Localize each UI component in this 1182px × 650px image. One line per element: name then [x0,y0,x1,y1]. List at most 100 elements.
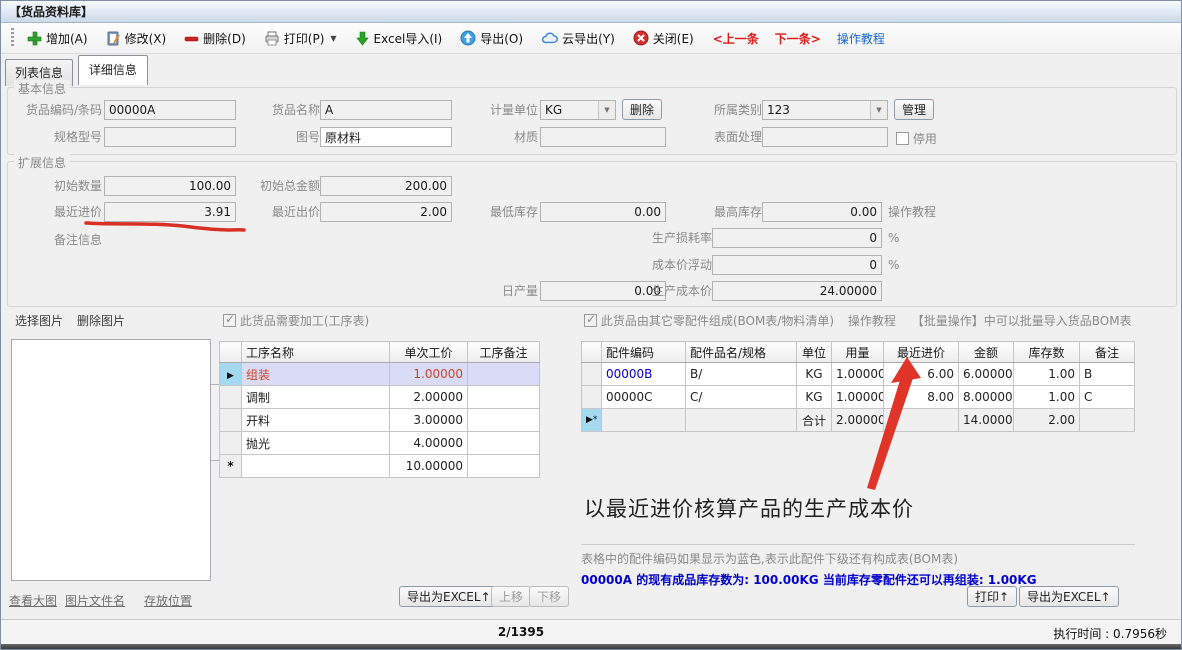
goods-code-label: 货品编码/条码 [10,100,102,120]
excel-import-button[interactable]: Excel导入(I) [348,26,450,51]
picture-filename-link[interactable]: 图片文件名 [65,592,125,609]
print-dropdown-icon[interactable]: ▼ [330,34,336,43]
loss-rate-label: 生产损耗率 [632,228,712,248]
bom-print-button[interactable]: 打印↑ [967,586,1017,607]
loss-rate-percent: % [888,228,899,248]
min-stock-label: 最低库存 [468,202,538,222]
goods-name-label: 货品名称 [256,100,320,120]
print-icon [264,31,280,46]
basic-info-group: 基本信息 货品编码/条码 货品名称 计量单位 KG 删除 所属类别 123 管理… [7,87,1177,155]
spec-input[interactable] [104,127,236,147]
print-button[interactable]: 打印(P) ▼ [257,26,344,51]
cloud-export-button[interactable]: 云导出(Y) [534,26,622,51]
loss-rate-input[interactable] [712,228,882,248]
view-large-link[interactable]: 查看大图 [9,592,57,609]
checkbox-checked-icon[interactable] [223,314,236,327]
needs-processing-checkbox[interactable]: 此货品需要加工(工序表) [223,311,369,331]
table-row[interactable]: 开料 3.00000 [220,409,540,432]
export-button[interactable]: 导出(O) [453,26,530,51]
batch-operation-hint: 【批量操作】中可以批量导入货品BOM表 [912,314,1132,328]
chevron-down-icon[interactable] [598,101,615,119]
init-qty-input[interactable] [104,176,236,196]
storage-location-link[interactable]: 存放位置 [144,592,192,609]
recent-purchase-input[interactable] [104,202,236,222]
table-row[interactable]: 抛光 4.00000 [220,432,540,455]
process-table: 工序名称 单次工价 工序备注 ▶ 组装 1.00000 调制 2.00000 开… [219,341,540,478]
record-position: 2/1395 [1,625,1041,639]
disable-checkbox[interactable]: 停用 [896,129,937,149]
bom-composed-checkbox[interactable]: 此货品由其它零配件组成(BOM表/物料清单) 操作教程 【批量操作】中可以批量导… [584,311,1132,331]
bom-export-excel-button[interactable]: 导出为EXCEL↑ [1019,586,1119,607]
window-bottom-edge [1,644,1181,650]
init-amount-input[interactable] [320,176,452,196]
table-new-row[interactable]: * 10.00000 [220,455,540,478]
cost-float-label: 成本价浮动 [632,255,712,275]
toolbar-grip[interactable] [11,28,14,48]
table-total-row[interactable]: ▶* 合计 2.00000 14.00000 2.00 [582,409,1135,432]
window-title: 【货品资料库】 [9,3,93,20]
goods-database-window: 【货品资料库】 增加(A) 修改(X) 删除(D) 打印(P) ▼ Excel导… [0,0,1182,650]
table-row[interactable]: 00000B B/ KG 1.00000 6.00 6.00000 1.00 B [582,363,1135,386]
table-row[interactable]: 调制 2.00000 [220,386,540,409]
max-stock-input[interactable] [762,202,882,222]
title-bar: 【货品资料库】 [1,1,1181,23]
next-record-link[interactable]: 下一条> [775,30,821,47]
recent-sale-input[interactable] [320,202,452,222]
delete-picture-link[interactable]: 删除图片 [77,312,125,329]
material-input[interactable] [540,127,666,147]
tab-detail-info[interactable]: 详细信息 [78,55,148,85]
close-button[interactable]: 关闭(E) [626,26,701,51]
edit-icon [106,31,121,46]
unit-combo[interactable]: KG [540,100,616,120]
spec-label: 规格型号 [10,127,102,147]
table-row[interactable]: 00000C C/ KG 1.00000 8.00 8.00000 1.00 C [582,386,1135,409]
move-down-button[interactable]: 下移 [529,586,569,607]
goods-name-input[interactable] [320,100,452,120]
cost-float-input[interactable] [712,255,882,275]
goods-code-input[interactable] [104,100,236,120]
min-stock-input[interactable] [540,202,666,222]
bom-tutorial-link[interactable]: 操作教程 [848,314,896,328]
table-header-row: 工序名称 单次工价 工序备注 [220,342,540,363]
delete-icon [184,31,199,46]
remark-label: 备注信息 [38,230,102,250]
toolbar: 增加(A) 修改(X) 删除(D) 打印(P) ▼ Excel导入(I) 导出(… [1,23,1181,54]
checkbox-checked-icon[interactable] [584,314,597,327]
bom-notes: 表格中的配件编码如果显示为蓝色,表示此配件下级还有构成表(BOM表) 00000… [581,544,1135,588]
checkbox-icon[interactable] [896,132,909,145]
delete-button[interactable]: 删除(D) [177,26,253,51]
excel-import-icon [355,31,370,46]
prev-record-link[interactable]: <上一条 [713,30,759,47]
picture-box[interactable] [11,339,211,581]
category-combo[interactable]: 123 [762,100,888,120]
tutorial-link[interactable]: 操作教程 [837,30,885,47]
table-row[interactable]: ▶ 组装 1.00000 [220,363,540,386]
edit-button[interactable]: 修改(X) [99,26,174,51]
material-label: 材质 [474,127,538,147]
production-cost-label: 生产成本价 [632,281,712,301]
production-cost-input[interactable] [712,281,882,301]
extended-info-legend: 扩展信息 [14,154,70,171]
category-manage-button[interactable]: 管理 [894,99,934,120]
daily-output-label: 日产量 [468,281,538,301]
surface-input[interactable] [762,127,888,147]
stock-tutorial-link[interactable]: 操作教程 [888,202,948,222]
add-button[interactable]: 增加(A) [20,26,95,51]
add-icon [27,31,42,46]
move-up-button[interactable]: 上移 [491,586,531,607]
export-icon [460,30,476,46]
unit-delete-button[interactable]: 删除 [622,99,662,120]
extended-info-group: 扩展信息 初始数量 初始总金额 最近进价 最近出价 最低库存 最高库存 操作教程… [7,161,1177,307]
chevron-down-icon[interactable] [870,101,887,119]
close-icon [633,30,649,46]
surface-label: 表面处理 [698,127,762,147]
max-stock-label: 最高库存 [692,202,762,222]
annotation-text: 以最近进价核算产品的生产成本价 [584,493,914,523]
tab-bar: 列表信息 详细信息 [1,54,1181,81]
recent-sale-label: 最近出价 [248,202,320,222]
select-picture-link[interactable]: 选择图片 [15,312,63,329]
cloud-export-icon [541,31,558,46]
drawing-no-input[interactable] [320,127,452,147]
unit-label: 计量单位 [474,100,538,120]
process-export-excel-button[interactable]: 导出为EXCEL↑ [399,586,499,607]
